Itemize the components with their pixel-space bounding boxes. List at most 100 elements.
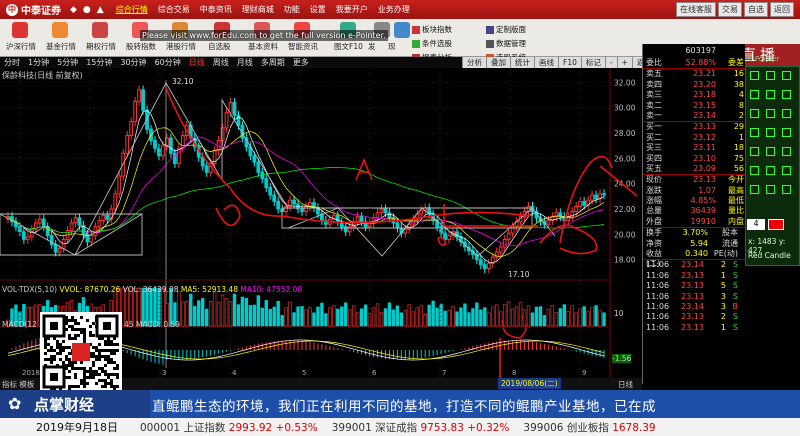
qr-module bbox=[71, 325, 74, 328]
quote-row: 买二 23.12 1 bbox=[646, 132, 744, 142]
toolbar-button-4[interactable]: 港股行情 bbox=[166, 41, 196, 52]
draw-tool-icon[interactable] bbox=[766, 128, 775, 137]
qr-module bbox=[80, 316, 83, 319]
qr-module bbox=[95, 355, 98, 358]
back-button[interactable]: 返回 bbox=[770, 2, 794, 17]
toolbar-button-9[interactable]: 发 bbox=[368, 41, 376, 52]
draw-tool-icon[interactable] bbox=[782, 166, 791, 175]
volume-bar bbox=[212, 291, 217, 327]
right-tool-1[interactable]: 定制版面 bbox=[486, 24, 556, 35]
menu-item-3[interactable]: 理财商城 bbox=[237, 4, 279, 15]
toolbar-button-6[interactable]: 基本资料 bbox=[248, 41, 278, 52]
watchlist-button[interactable]: 自选 bbox=[744, 2, 768, 17]
draw-tool-icon[interactable] bbox=[766, 90, 775, 99]
toolbar-button-0[interactable]: 沪深行情 bbox=[6, 41, 36, 52]
menu-item-0[interactable]: 综合行情 bbox=[111, 4, 153, 15]
qr-module bbox=[92, 370, 95, 373]
qr-module bbox=[83, 373, 86, 376]
draw-tool-icon[interactable] bbox=[750, 128, 759, 137]
qr-module bbox=[71, 361, 74, 364]
candle-body bbox=[232, 102, 237, 116]
qr-module bbox=[68, 319, 71, 322]
draw-tool-icon[interactable] bbox=[750, 90, 759, 99]
toolbar-button-7[interactable]: 智能资讯 bbox=[288, 41, 318, 52]
toolbar-icon-10 bbox=[394, 22, 410, 38]
color-picker[interactable] bbox=[768, 219, 784, 230]
draw-tool-icon[interactable] bbox=[782, 147, 791, 156]
right-tool-icon bbox=[412, 39, 420, 48]
menu-item-6[interactable]: 我要开户 bbox=[331, 4, 373, 15]
qr-module bbox=[113, 349, 116, 352]
app-name: 中泰证券 bbox=[21, 6, 61, 17]
right-tool-3[interactable]: 数据管理 bbox=[486, 38, 556, 49]
qr-module bbox=[68, 364, 71, 367]
toolbar-button-2[interactable]: 期权行情 bbox=[86, 41, 116, 52]
online-service-button[interactable]: 在线客服 bbox=[676, 2, 716, 17]
index-shanghai[interactable]: 000001 上证指数 2993.92 +0.53% bbox=[140, 420, 318, 435]
qr-module bbox=[47, 349, 50, 352]
volume-bar bbox=[332, 305, 336, 327]
right-tool-2[interactable]: 条件选股 bbox=[412, 38, 482, 49]
toolbar-icon-1 bbox=[52, 22, 68, 38]
toolbar-button-8[interactable]: 图文F10 bbox=[334, 41, 363, 52]
draw-tool-icon[interactable] bbox=[782, 109, 791, 118]
draw-tool-icon[interactable] bbox=[766, 185, 775, 194]
draw-tool-icon[interactable] bbox=[750, 147, 759, 156]
draw-tool-icon[interactable] bbox=[766, 71, 775, 80]
menu-item-1[interactable]: 综合交易 bbox=[153, 4, 195, 15]
volume-bar bbox=[248, 305, 253, 327]
qr-module bbox=[92, 376, 95, 379]
menu-item-7[interactable]: 业务办理 bbox=[373, 4, 415, 15]
quote-stat-row: 净资 5.94 流通 bbox=[646, 238, 738, 248]
menu-item-5[interactable]: 设置 bbox=[305, 4, 331, 15]
quote-row: 涨跌 1.07 最高 bbox=[646, 185, 744, 195]
draw-tool-icon[interactable] bbox=[782, 128, 791, 137]
volume-bar bbox=[510, 308, 515, 327]
toolbar-button-10[interactable]: 现 bbox=[388, 41, 396, 52]
window-control-3[interactable]: ▲ bbox=[94, 5, 107, 15]
draw-tool-icon[interactable] bbox=[782, 185, 791, 194]
draw-tool-icon[interactable] bbox=[766, 166, 775, 175]
quote-panel: 603197 委比 52.88% 委差 卖五 23.21 16 卖四 23.20 38 卖三 23.… bbox=[642, 44, 745, 384]
window-control-1[interactable]: ◆ bbox=[67, 5, 80, 15]
candle-body bbox=[486, 262, 491, 270]
candle-body bbox=[566, 216, 571, 221]
trade-button[interactable]: 交易 bbox=[718, 2, 742, 17]
index-shenzhen[interactable]: 399001 深证成指 9753.83 +0.32% bbox=[332, 420, 510, 435]
volume-bar bbox=[435, 307, 439, 327]
right-tool-icon bbox=[412, 25, 420, 34]
qr-module bbox=[101, 367, 104, 370]
candle-body bbox=[546, 219, 551, 225]
qr-module bbox=[83, 385, 86, 388]
toolbar-button-1[interactable]: 基金行情 bbox=[46, 41, 76, 52]
draw-tool-icon[interactable] bbox=[766, 147, 775, 156]
menu-item-2[interactable]: 中泰资讯 bbox=[195, 4, 237, 15]
draw-tool-icon[interactable] bbox=[766, 109, 775, 118]
toolbar-button-3[interactable]: 股转指数 bbox=[126, 41, 156, 52]
draw-tool-icon[interactable] bbox=[750, 71, 759, 80]
volume-bar bbox=[562, 304, 566, 327]
window-control-2[interactable]: ● bbox=[80, 5, 94, 15]
draw-tool-icon[interactable] bbox=[782, 71, 791, 80]
qr-module bbox=[116, 376, 119, 379]
line-width-select[interactable]: 4 bbox=[747, 219, 765, 230]
draw-tool-icon[interactable] bbox=[750, 185, 759, 194]
right-tool-0[interactable]: 板块指数 bbox=[412, 24, 482, 35]
index-chinext[interactable]: 399006 创业板指 1678.39 bbox=[523, 420, 655, 435]
qr-finder-center bbox=[103, 322, 111, 330]
draw-tool-icon[interactable] bbox=[782, 90, 791, 99]
qr-module bbox=[68, 385, 71, 388]
volume-bar bbox=[268, 308, 272, 327]
date-tick-label: 3 bbox=[162, 369, 166, 377]
price-tick-label: 26.00 bbox=[614, 154, 636, 163]
volume-bar bbox=[526, 305, 531, 327]
macd-axis-low: -1.56 bbox=[612, 354, 632, 363]
draw-tool-icon[interactable] bbox=[750, 166, 759, 175]
indicator-template-tabs[interactable]: 指标 模板 bbox=[2, 379, 34, 390]
menu-item-4[interactable]: 功能 bbox=[279, 4, 305, 15]
volume-bar bbox=[260, 307, 264, 327]
toolbar-button-5[interactable]: 自选股 bbox=[208, 41, 231, 52]
title-bar: 中中泰证券 ◆ ● ▲ 综合行情 综合交易 中泰资讯 理财商城 功能 设置 我要开户 业务办理… bbox=[0, 0, 800, 19]
cursor-date: 2019/08/06(二) bbox=[498, 378, 561, 389]
draw-tool-icon[interactable] bbox=[750, 109, 759, 118]
